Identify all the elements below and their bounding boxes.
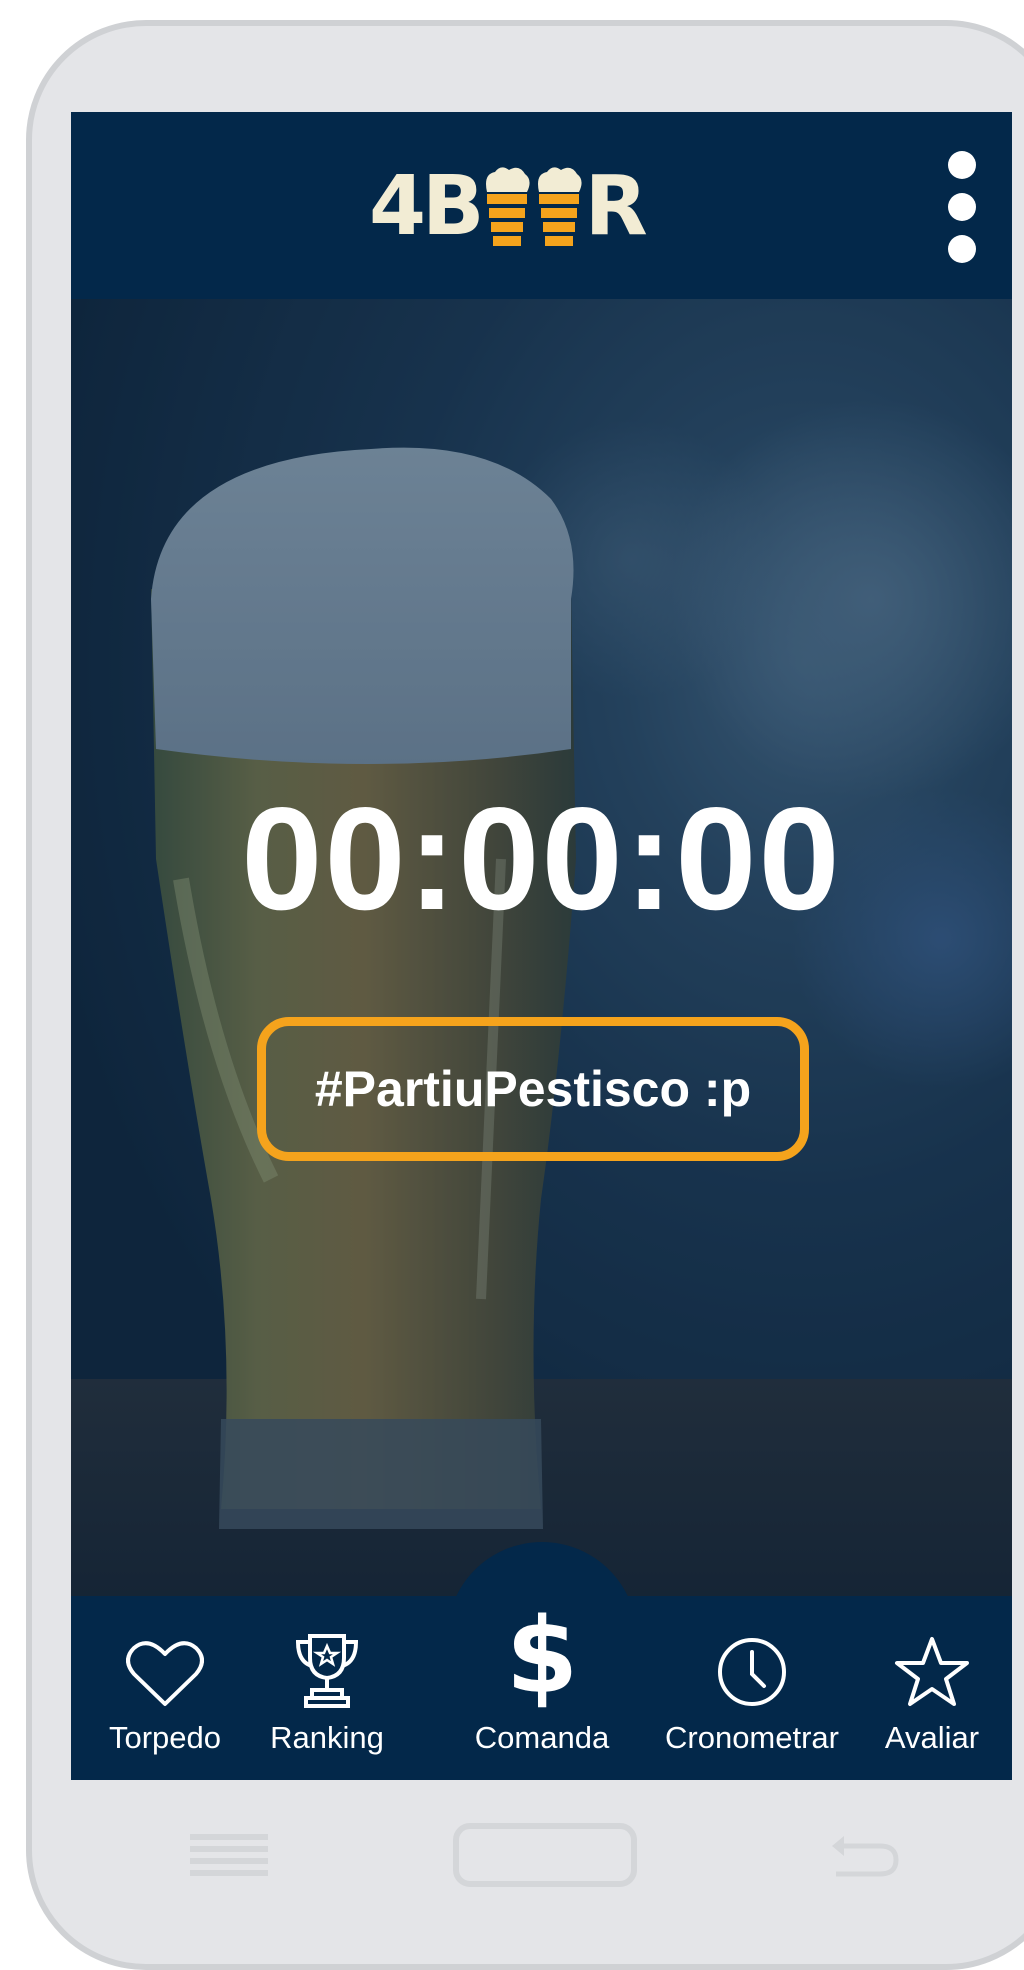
nav-label-avaliar: Avaliar (884, 1720, 980, 1755)
nav-label-ranking: Ranking (270, 1720, 384, 1755)
nav-label-comanda: Comanda (474, 1720, 610, 1755)
timer-background: 00:00:00 #PartiuPestisco :p (71, 299, 1012, 1596)
logo-text-right: R (584, 159, 648, 254)
nav-item-avaliar[interactable]: Avaliar (867, 1596, 997, 1780)
nav-label-torpedo: Torpedo (108, 1720, 222, 1755)
back-icon[interactable] (832, 1836, 899, 1877)
hashtag-button[interactable]: #PartiuPestisco :p (257, 1017, 809, 1161)
logo-text-left: 4B (369, 159, 485, 254)
dollar-icon: $ (505, 1595, 579, 1717)
bottom-navigation: Torpedo Ranking $ Comanda Cronometrar Av… (71, 1596, 1012, 1780)
menu-icon[interactable] (190, 1834, 268, 1876)
nav-item-cronometrar[interactable]: Cronometrar (661, 1596, 843, 1780)
system-navigation-bar (0, 1790, 1024, 1920)
nav-label-cronometrar: Cronometrar (665, 1720, 839, 1755)
trophy-icon (294, 1596, 360, 1708)
logo-mug-icon (537, 167, 582, 246)
beer-glass-photo (71, 299, 1012, 1596)
more-vertical-icon[interactable] (942, 148, 982, 266)
timer-display: 00:00:00 (241, 777, 842, 940)
nav-item-torpedo[interactable]: Torpedo (99, 1596, 231, 1780)
app-bar: 4B R (71, 112, 1012, 299)
app-logo: 4B R (369, 159, 648, 254)
clock-icon (716, 1596, 788, 1708)
home-button[interactable] (453, 1823, 637, 1887)
logo-mug-icon (485, 167, 530, 246)
nav-item-comanda[interactable]: $ Comanda (462, 1596, 622, 1780)
star-icon (894, 1596, 970, 1708)
hashtag-label: #PartiuPestisco :p (314, 1061, 752, 1117)
nav-item-ranking[interactable]: Ranking (257, 1596, 397, 1780)
logo-beer-mugs (483, 166, 583, 248)
app-screen: 4B R 00:00:00 #PartiuPestisco:p Torpedo… (71, 112, 1012, 1780)
heart-icon (126, 1596, 204, 1708)
